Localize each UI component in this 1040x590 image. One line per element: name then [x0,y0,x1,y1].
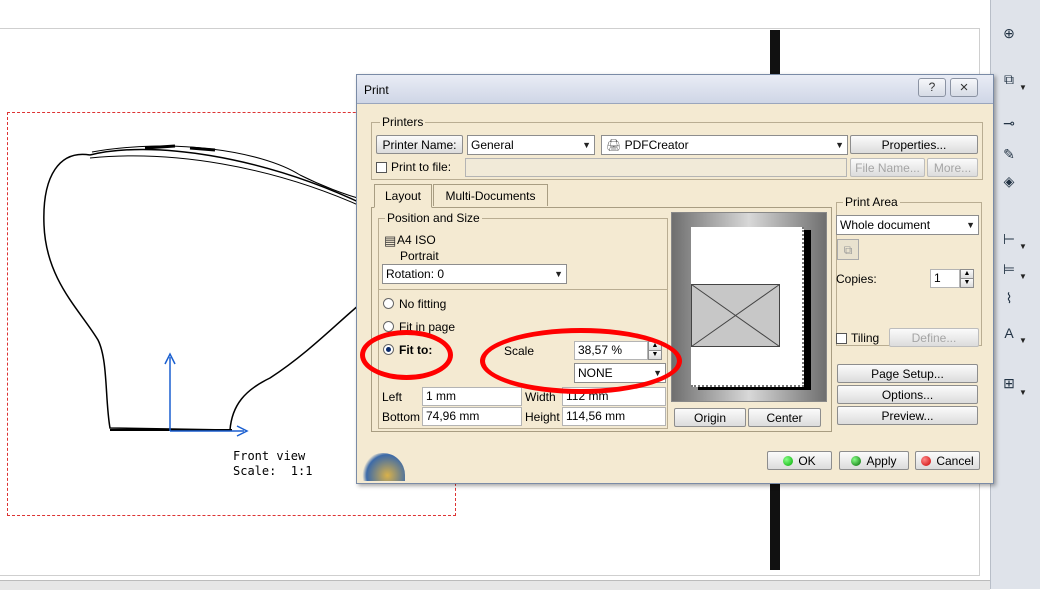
close-button[interactable]: × [950,78,978,97]
print-to-file-label: Print to file: [391,160,452,174]
chevron-down-icon: ▼ [835,140,844,150]
dimension-options-icon[interactable]: ⌇ [997,287,1021,309]
tiling-checkbox[interactable] [836,333,847,344]
apply-icon [851,456,862,466]
tiling-label: Tiling [851,331,880,345]
file-name-button[interactable]: File Name... [850,158,925,177]
print-area-value: Whole document [840,218,931,232]
position-size-label: Position and Size [385,211,482,225]
ok-icon [783,456,794,466]
help-button[interactable]: ? [918,78,946,97]
globe-logo [361,453,405,481]
no-fitting-radio[interactable] [383,298,394,309]
bottom-label: Bottom [382,410,421,424]
dialog-title: Print [364,83,389,97]
preview-page [691,227,804,387]
print-area-label: Print Area [843,195,900,209]
rotation-select[interactable]: Rotation: 0 ▼ [382,264,567,284]
text-box-icon[interactable]: A [997,322,1021,344]
text-edit-icon[interactable]: ✎ [997,143,1021,165]
copies-spin-down[interactable]: ▼ [960,278,974,288]
file-name-field[interactable] [465,158,847,177]
chevron-down-icon: ▼ [582,140,591,150]
axis-system-icon[interactable]: ⊕ [997,22,1021,44]
center-button[interactable]: Center [748,408,821,427]
view-scale-label: Scale: 1:1 [233,464,313,478]
print-to-file-checkbox[interactable] [376,162,387,173]
dimension-chain-icon[interactable]: ⊨ [997,258,1021,280]
preview-button[interactable]: Preview... [837,406,978,425]
chevron-down-icon[interactable]: ▼ [1019,388,1027,398]
annotation-ellipse-scale [480,328,682,394]
rotation-value: Rotation: 0 [386,267,445,281]
apply-button[interactable]: Apply [839,451,909,470]
properties-button[interactable]: Properties... [850,135,978,154]
chevron-down-icon[interactable]: ▼ [1019,242,1027,252]
printer-name-value: General [471,138,514,152]
printer-name-button[interactable]: Printer Name: [376,135,463,154]
left-label: Left [382,390,403,404]
chevron-down-icon[interactable]: ▼ [1019,83,1027,93]
print-area-select[interactable]: Whole document ▼ [836,215,979,235]
chevron-down-icon: ▼ [966,220,975,230]
printer-icon: 🖨 [606,138,622,152]
cancel-icon [921,456,932,466]
annotation-ellipse-fit-to [360,330,453,380]
apply-label: Apply [866,454,897,468]
tab-multi-documents[interactable]: Multi-Documents [433,184,548,206]
print-dialog: Print ? × Printers Printer Name: General… [356,74,994,484]
tab-layout[interactable]: Layout [374,184,432,208]
printer-device-select[interactable]: 🖨 PDFCreator ▼ [601,135,848,155]
no-fitting-label: No fitting [399,297,447,311]
color-icon[interactable]: ◈ [997,170,1021,192]
origin-button[interactable]: Origin [674,408,746,427]
define-button[interactable]: Define... [889,328,979,347]
chevron-down-icon: ▼ [554,269,563,279]
paper-format: A4 ISO [397,233,436,247]
print-preview[interactable] [671,212,827,402]
printer-device-value: PDFCreator [624,138,689,152]
chevron-down-icon[interactable]: ▼ [1019,272,1027,282]
view-name-label: Front view [233,449,306,463]
copies-label: Copies: [836,272,877,286]
bottom-field[interactable]: 74,96 mm [422,407,522,426]
cancel-label: Cancel [936,454,974,468]
ok-button[interactable]: OK [767,451,832,470]
copies-field[interactable]: 1 [930,269,960,288]
printers-group-label: Printers [380,115,426,129]
dialog-titlebar[interactable]: Print ? × [357,75,993,104]
layers-icon[interactable]: ⧉ [997,68,1021,90]
right-toolbar: ⊕ ⧉ ▼ ⊸ ✎ ◈ ⊢ ▼ ⊨ ▼ ⌇ A ▼ ⊞ ▼ [990,0,1040,589]
height-label: Height [525,410,560,424]
preview-image-placeholder [691,284,780,347]
page-icon: ▤ [384,233,397,248]
stack-icon[interactable]: ⊞ [997,372,1021,394]
height-field[interactable]: 114,56 mm [562,407,666,426]
page-setup-button[interactable]: Page Setup... [837,364,978,383]
separator [379,289,667,290]
options-button[interactable]: Options... [837,385,978,404]
more-button[interactable]: More... [927,158,978,177]
sheet-icon[interactable]: ⊸ [997,112,1021,134]
chevron-down-icon[interactable]: ▼ [1019,336,1027,346]
cancel-button[interactable]: Cancel [915,451,980,470]
left-field[interactable]: 1 mm [422,387,522,406]
paper-orientation: Portrait [400,249,439,263]
select-area-icon[interactable]: ⧉ [837,239,859,260]
printer-name-select[interactable]: General ▼ [467,135,595,155]
ok-label: OK [798,454,816,468]
dimension-icon[interactable]: ⊢ [997,228,1021,250]
